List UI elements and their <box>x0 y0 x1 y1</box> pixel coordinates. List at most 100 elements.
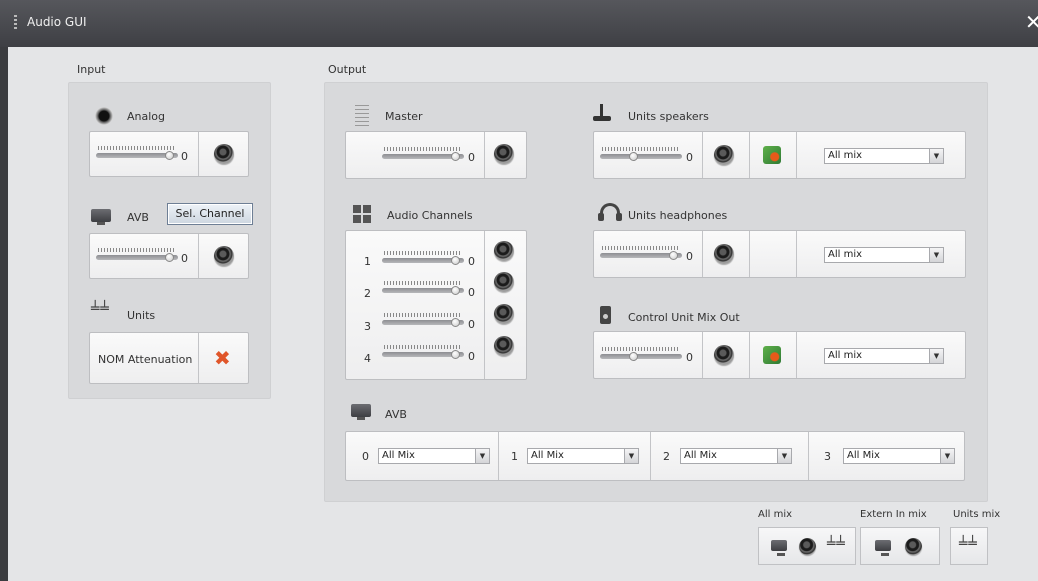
units-speakers-label: Units speakers <box>628 110 709 123</box>
close-x-icon[interactable]: ✖ <box>214 348 231 368</box>
mix-source-icon[interactable] <box>763 146 781 164</box>
slider-thumb[interactable] <box>629 352 638 361</box>
channel-3-knob[interactable] <box>494 304 514 324</box>
input-section-label: Input <box>77 63 106 76</box>
avb-2-mix-select[interactable]: All Mix ▼ <box>680 448 792 464</box>
units-mix-legend: ╧╧ <box>950 527 988 565</box>
audio-channels-grid-icon <box>353 205 371 223</box>
analog-knob[interactable] <box>214 144 234 164</box>
avb-0-mix-select[interactable]: All Mix ▼ <box>378 448 490 464</box>
nom-attenuation-label: NOM Attenuation <box>98 353 193 366</box>
avb-channel-number: 2 <box>663 450 670 463</box>
divider <box>749 132 750 178</box>
slider-thumb[interactable] <box>451 256 460 265</box>
chevron-down-icon[interactable]: ▼ <box>777 449 791 463</box>
slider-thumb[interactable] <box>669 251 678 260</box>
channel-4-slider[interactable] <box>382 345 464 359</box>
channel-2-slider[interactable] <box>382 281 464 295</box>
divider <box>702 332 703 378</box>
units-panel: NOM Attenuation ✖ <box>89 332 249 384</box>
slider-thumb[interactable] <box>451 350 460 359</box>
divider <box>796 332 797 378</box>
slider-ticks <box>384 281 462 285</box>
analog-volume-slider[interactable] <box>96 146 178 160</box>
master-panel: 0 <box>345 131 527 179</box>
selected-mix: All Mix <box>531 450 564 461</box>
master-knob[interactable] <box>494 144 514 164</box>
master-volume-value: 0 <box>468 151 475 164</box>
units-headphones-slider[interactable] <box>600 246 682 260</box>
slider-thumb[interactable] <box>451 318 460 327</box>
mixer-icon <box>355 105 369 127</box>
speaker-icon <box>799 538 816 555</box>
extern-in-mix-legend-label: Extern In mix <box>860 509 927 520</box>
avb-channel-number: 1 <box>511 450 518 463</box>
slider-thumb[interactable] <box>451 286 460 295</box>
divider <box>796 132 797 178</box>
divider <box>749 332 750 378</box>
avb-volume-slider[interactable] <box>96 248 178 262</box>
channel-3-value: 0 <box>468 318 475 331</box>
units-headphones-knob[interactable] <box>714 244 734 264</box>
chevron-down-icon[interactable]: ▼ <box>624 449 638 463</box>
analog-speaker-icon <box>95 107 113 125</box>
close-button[interactable]: ✕ <box>1025 12 1038 32</box>
avb-1-mix-select[interactable]: All Mix ▼ <box>527 448 639 464</box>
avb-output-panel: 0 All Mix ▼ 1 All Mix ▼ 2 All Mix ▼ 3 Al… <box>345 431 965 481</box>
master-volume-slider[interactable] <box>382 147 464 161</box>
speaker-box-icon <box>600 306 611 324</box>
channel-4-knob[interactable] <box>494 336 514 356</box>
slider-ticks <box>602 347 680 351</box>
mix-source-icon[interactable] <box>763 346 781 364</box>
avb-monitor-icon <box>91 209 111 225</box>
units-headphones-mix-select[interactable]: All mix ▼ <box>824 247 944 263</box>
channel-1-value: 0 <box>468 255 475 268</box>
input-group: Analog 0 AVB Sel. Channel 0 ╧╧ Units NOM… <box>68 82 271 399</box>
units-speakers-icon <box>593 103 615 121</box>
divider <box>808 432 809 480</box>
slider-thumb[interactable] <box>165 151 174 160</box>
divider <box>198 234 199 278</box>
slider-thumb[interactable] <box>451 152 460 161</box>
sel-channel-button[interactable]: Sel. Channel <box>167 203 253 225</box>
units-speakers-knob[interactable] <box>714 145 734 165</box>
channel-3-slider[interactable] <box>382 313 464 327</box>
units-speakers-slider[interactable] <box>600 147 682 161</box>
chevron-down-icon[interactable]: ▼ <box>929 248 943 262</box>
avb-knob[interactable] <box>214 246 234 266</box>
slider-thumb[interactable] <box>165 253 174 262</box>
chevron-down-icon[interactable]: ▼ <box>475 449 489 463</box>
audio-channels-label: Audio Channels <box>387 209 473 222</box>
chevron-down-icon[interactable]: ▼ <box>929 349 943 363</box>
channel-1-slider[interactable] <box>382 251 464 265</box>
slider-thumb[interactable] <box>629 152 638 161</box>
avb-output-monitor-icon <box>351 404 371 420</box>
units-speakers-panel: 0 All mix ▼ <box>593 131 966 179</box>
avb-3-mix-select[interactable]: All Mix ▼ <box>843 448 955 464</box>
extern-in-mix-legend <box>860 527 940 565</box>
control-unit-value: 0 <box>686 351 693 364</box>
grip-icon <box>14 15 17 29</box>
avb-channel-number: 0 <box>362 450 369 463</box>
selected-mix: All mix <box>828 350 863 361</box>
channel-2-knob[interactable] <box>494 272 514 292</box>
selected-mix: All Mix <box>684 450 717 461</box>
units-headphones-panel: 0 All mix ▼ <box>593 230 966 278</box>
channel-1-knob[interactable] <box>494 241 514 261</box>
avb-output-label: AVB <box>385 408 407 421</box>
units-icon: ╧╧ <box>91 301 110 317</box>
master-label: Master <box>385 110 423 123</box>
control-unit-knob[interactable] <box>714 345 734 365</box>
units-speakers-mix-select[interactable]: All mix ▼ <box>824 148 944 164</box>
speaker-icon <box>905 538 922 555</box>
monitor-icon <box>771 540 787 556</box>
control-unit-slider[interactable] <box>600 347 682 361</box>
divider <box>498 432 499 480</box>
slider-ticks <box>602 246 680 250</box>
control-unit-mix-select[interactable]: All mix ▼ <box>824 348 944 364</box>
chevron-down-icon[interactable]: ▼ <box>940 449 954 463</box>
chevron-down-icon[interactable]: ▼ <box>929 149 943 163</box>
divider <box>749 231 750 277</box>
units-headphones-label: Units headphones <box>628 209 728 222</box>
slider-ticks <box>384 147 462 151</box>
